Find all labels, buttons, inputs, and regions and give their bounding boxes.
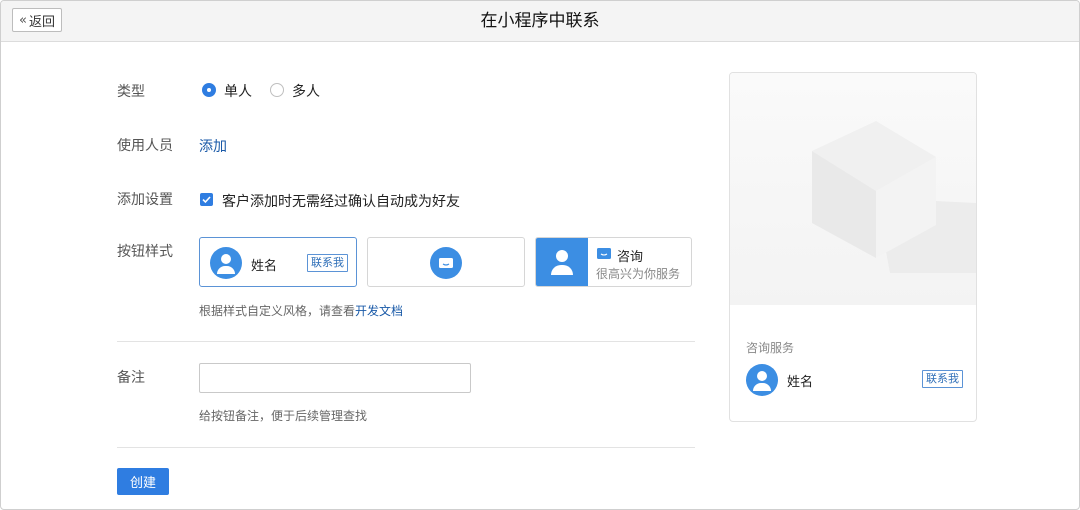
preview-name: 姓名 bbox=[787, 375, 814, 390]
radio-multi-label: 多人 bbox=[292, 84, 320, 100]
double-chevron-left-icon: « bbox=[19, 12, 27, 28]
auto-friend-label: 客户添加时无需经过确认自动成为好友 bbox=[222, 194, 460, 210]
add-settings-label: 添加设置 bbox=[117, 192, 173, 208]
dev-docs-link[interactable]: 开发文档 bbox=[355, 304, 403, 318]
user-icon bbox=[536, 238, 588, 286]
radio-single-label: 单人 bbox=[224, 84, 252, 100]
style-hint-text: 根据样式自定义风格，请查看 bbox=[199, 304, 356, 318]
auto-friend-checkbox[interactable] bbox=[200, 193, 213, 206]
style-card-name: 姓名 bbox=[251, 259, 278, 274]
page-title: 在小程序中联系 bbox=[480, 11, 600, 31]
divider bbox=[117, 447, 695, 448]
style-option-banner[interactable]: 咨询 很高兴为你服务 bbox=[535, 237, 692, 287]
cube-illustration bbox=[730, 73, 976, 305]
note-hint: 给按钮备注，便于后续管理查找 bbox=[199, 409, 368, 423]
radio-multi[interactable] bbox=[270, 83, 284, 97]
users-label: 使用人员 bbox=[117, 138, 173, 154]
chat-icon bbox=[597, 248, 611, 259]
note-label: 备注 bbox=[117, 370, 145, 386]
note-input[interactable] bbox=[199, 363, 471, 393]
title-bar: 在小程序中联系 « 返回 bbox=[1, 1, 1079, 42]
button-style-label: 按钮样式 bbox=[117, 244, 173, 260]
contact-me-tag: 联系我 bbox=[922, 370, 963, 388]
message-icon bbox=[430, 247, 462, 279]
style-option-icon[interactable] bbox=[367, 237, 525, 287]
create-button[interactable]: 创建 bbox=[117, 468, 169, 495]
style-option-card[interactable]: 姓名 联系我 bbox=[199, 237, 357, 287]
preview-section-title: 咨询服务 bbox=[746, 341, 795, 355]
avatar-icon bbox=[210, 247, 242, 279]
banner-title: 咨询 bbox=[617, 250, 644, 265]
add-user-link[interactable]: 添加 bbox=[199, 136, 227, 156]
radio-single[interactable] bbox=[202, 83, 216, 97]
banner-subtitle: 很高兴为你服务 bbox=[596, 267, 681, 281]
divider bbox=[117, 341, 695, 342]
preview-panel: 咨询服务 姓名 联系我 bbox=[729, 72, 977, 422]
checkmark-icon bbox=[202, 196, 211, 204]
type-label: 类型 bbox=[117, 84, 145, 100]
back-button[interactable]: « 返回 bbox=[12, 8, 62, 32]
contact-me-tag: 联系我 bbox=[307, 254, 348, 272]
style-hint: 根据样式自定义风格，请查看开发文档 bbox=[199, 302, 403, 319]
back-button-label: 返回 bbox=[28, 14, 55, 30]
app-window: 在小程序中联系 « 返回 类型 单人 多人 使用人员 添加 添加设置 客户添加时… bbox=[0, 0, 1080, 510]
avatar-icon bbox=[746, 364, 778, 396]
